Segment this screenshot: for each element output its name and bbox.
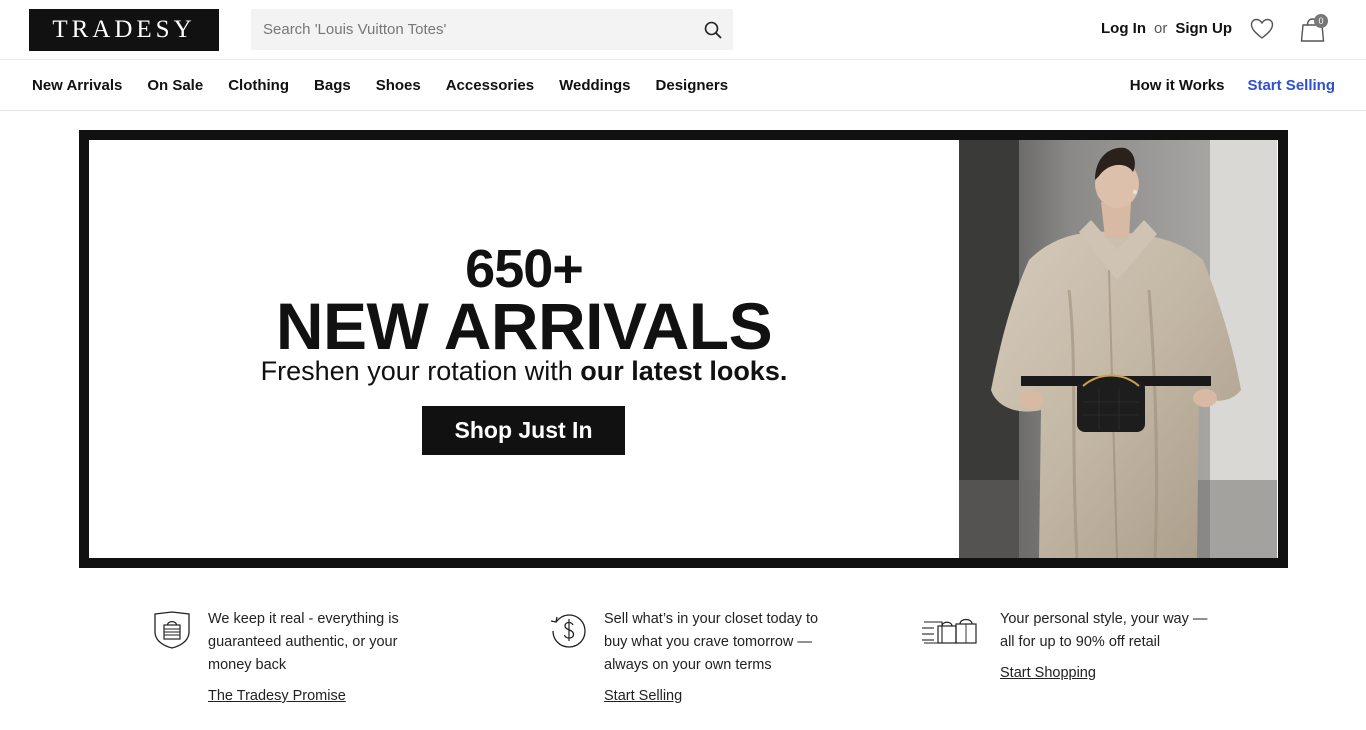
signup-link[interactable]: Sign Up bbox=[1175, 20, 1232, 37]
favorites-button[interactable] bbox=[1249, 16, 1275, 42]
nav-shoes[interactable]: Shoes bbox=[376, 77, 421, 94]
shield-bag-icon bbox=[154, 611, 190, 649]
hero-subtitle-bold: our latest looks. bbox=[580, 356, 788, 386]
heart-icon bbox=[1250, 18, 1274, 39]
account-links: Log In or Sign Up bbox=[1101, 20, 1232, 37]
hero-subtitle-plain: Freshen your rotation with bbox=[260, 356, 581, 386]
hero-content: 650+ NEW ARRIVALS Freshen your rotation … bbox=[89, 140, 1278, 558]
shop-just-in-button[interactable]: Shop Just In bbox=[422, 406, 625, 455]
hero-model-photo[interactable] bbox=[959, 140, 1277, 558]
feature-selling-text: Sell what’s in your closet today to buy … bbox=[604, 611, 819, 673]
search-icon bbox=[704, 21, 722, 39]
or-separator: or bbox=[1154, 20, 1168, 37]
login-link[interactable]: Log In bbox=[1101, 20, 1146, 37]
start-selling-link[interactable]: Start Selling bbox=[1247, 77, 1335, 94]
nav-new-arrivals[interactable]: New Arrivals bbox=[32, 77, 122, 94]
feature-shopping-text: Your personal style, your way — all for … bbox=[1000, 611, 1208, 650]
cart-button[interactable]: 0 bbox=[1298, 14, 1330, 44]
start-selling-feature-link[interactable]: Start Selling bbox=[604, 688, 682, 704]
how-it-works-link[interactable]: How it Works bbox=[1130, 77, 1225, 94]
nav-bags[interactable]: Bags bbox=[314, 77, 351, 94]
nav-accessories[interactable]: Accessories bbox=[446, 77, 534, 94]
hero-text-block: 650+ NEW ARRIVALS Freshen your rotation … bbox=[89, 140, 959, 558]
feature-authenticity-text: We keep it real - everything is guarante… bbox=[208, 611, 399, 673]
top-header: TRADESY Log In or Sign Up 0 bbox=[0, 0, 1366, 60]
nav-designers[interactable]: Designers bbox=[656, 77, 729, 94]
hero-subtitle: Freshen your rotation with our latest lo… bbox=[89, 356, 959, 387]
utility-nav: How it Works Start Selling bbox=[1130, 77, 1335, 94]
nav-on-sale[interactable]: On Sale bbox=[147, 77, 203, 94]
search-input[interactable] bbox=[251, 9, 733, 50]
search-button[interactable] bbox=[700, 17, 726, 43]
main-navigation: New Arrivals On Sale Clothing Bags Shoes… bbox=[0, 60, 1366, 111]
nav-weddings[interactable]: Weddings bbox=[559, 77, 630, 94]
hero-title: NEW ARRIVALS bbox=[275, 289, 773, 363]
cart-count-badge: 0 bbox=[1314, 14, 1328, 28]
dollar-cycle-icon bbox=[550, 614, 586, 648]
nav-clothing[interactable]: Clothing bbox=[228, 77, 289, 94]
moving-bags-icon bbox=[922, 618, 977, 644]
category-nav: New Arrivals On Sale Clothing Bags Shoes… bbox=[32, 77, 728, 94]
tradesy-logo[interactable]: TRADESY bbox=[29, 9, 219, 51]
hero-banner: 650+ NEW ARRIVALS Freshen your rotation … bbox=[79, 130, 1288, 568]
tradesy-promise-link[interactable]: The Tradesy Promise bbox=[208, 688, 346, 704]
start-shopping-link[interactable]: Start Shopping bbox=[1000, 665, 1096, 681]
